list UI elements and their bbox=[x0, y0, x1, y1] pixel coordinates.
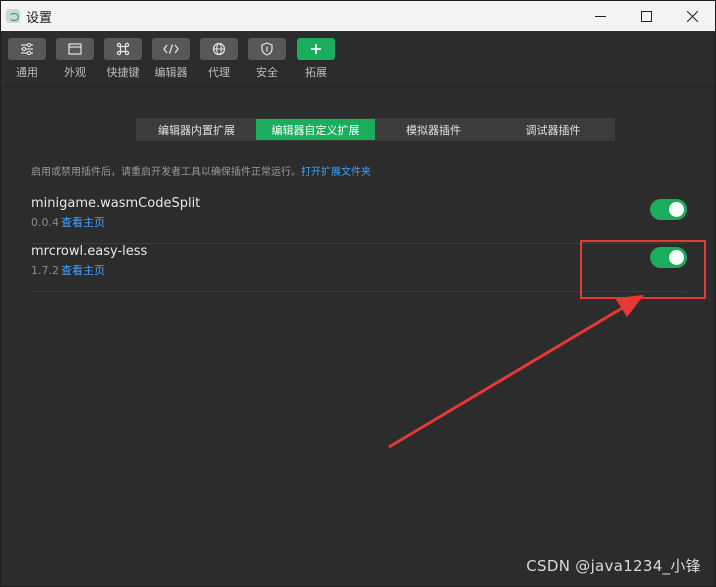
settings-window: 设置 通用 外观 快捷键 编辑器 代理 安全 拓展 编辑器内置扩展 编辑器自定义… bbox=[0, 0, 716, 587]
watermark: CSDN @java1234_小锋 bbox=[526, 557, 701, 575]
annotation-arrow-icon bbox=[388, 295, 644, 449]
